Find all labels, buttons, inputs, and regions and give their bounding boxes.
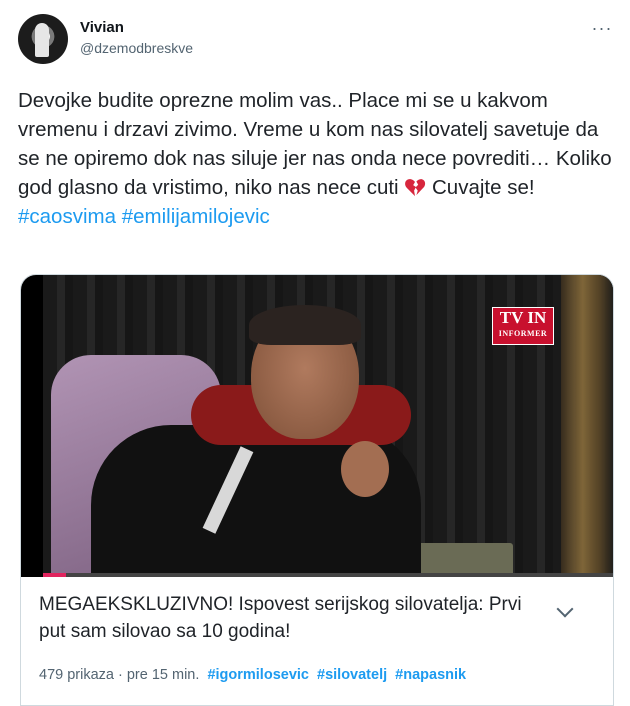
person-hair [249,305,361,345]
broken-heart-icon [405,179,426,197]
plant-shape [561,275,613,577]
video-hashtag[interactable]: #napasnik [395,667,466,683]
tweet-text: Devojke budite oprezne molim vas.. Place… [18,86,618,231]
card-meta: MEGAEKSKLUZIVNO! Ispovest serijskog silo… [21,577,613,705]
author-info: Vivian @dzemodbreskve [80,18,193,58]
video-player[interactable]: TV IN INFORMER [21,275,613,577]
view-count: 479 prikaza [39,667,114,683]
video-hashtag[interactable]: #igormilosevic [207,667,309,683]
logo-top-text: TV IN [499,308,547,327]
logo-bottom-text: INFORMER [498,329,548,338]
avatar[interactable] [18,14,68,64]
hashtag-link[interactable]: #emilijamilojevic [122,205,270,228]
tweet-text-closing: Cuvajte se! [426,176,535,199]
tweet-header: Vivian @dzemodbreskve ··· [18,14,616,66]
video-stats: 479 prikaza · pre 15 min. #igormilosevic… [39,667,466,683]
chevron-down-icon[interactable] [556,600,574,618]
video-card[interactable]: TV IN INFORMER MEGAEKSKLUZIVNO! Ispovest… [20,274,614,706]
author-display-name[interactable]: Vivian [80,18,193,38]
video-title[interactable]: MEGAEKSKLUZIVNO! Ispovest serijskog silo… [39,591,549,645]
author-handle[interactable]: @dzemodbreskve [80,38,193,58]
more-dots-icon[interactable]: ··· [588,18,616,42]
hashtag-link[interactable]: #caosvima [18,205,116,228]
person-hand [341,441,389,497]
video-hashtag[interactable]: #silovatelj [317,667,387,683]
post-time: · pre 15 min. [118,667,200,683]
channel-logo: TV IN INFORMER [492,307,554,345]
